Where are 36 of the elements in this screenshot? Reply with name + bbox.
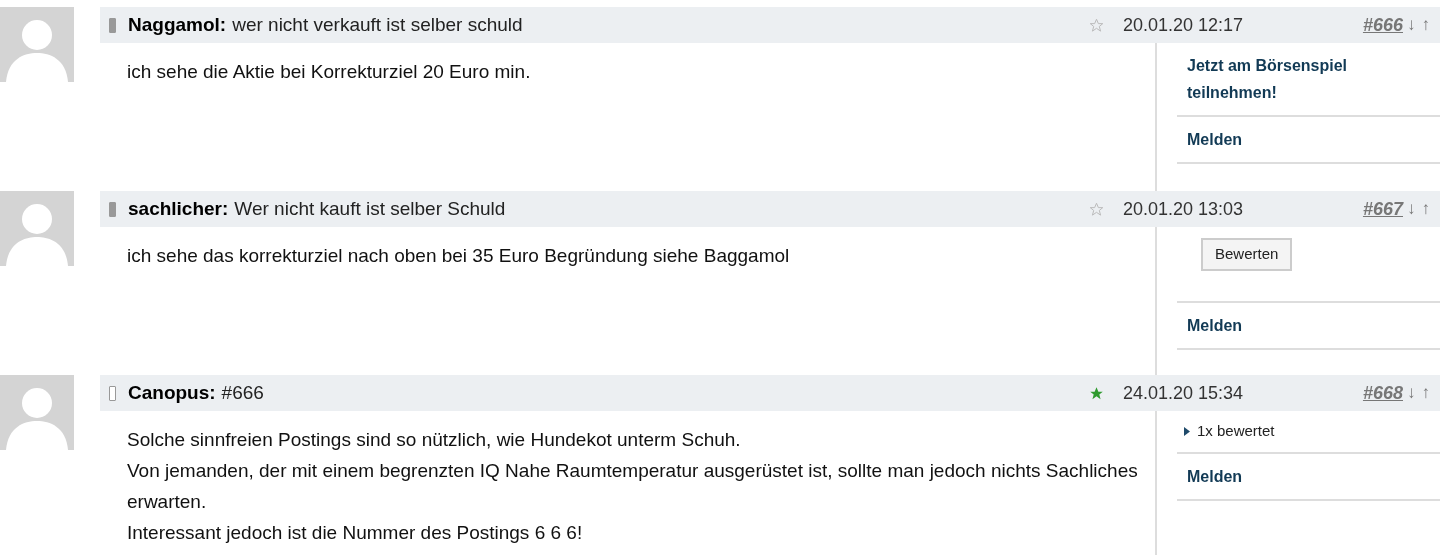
- star-icon[interactable]: [1088, 385, 1104, 401]
- post-text: Von jemanden, der mit einem begrenzten IQ Nahe Raumtemperatur ausgerüstet ist, sollte man jedoch nichts Sachliches erwarten.: [127, 459, 1139, 514]
- avatar-icon: [0, 375, 74, 450]
- action-link[interactable]: Melden: [1177, 462, 1440, 490]
- down-arrow-link[interactable]: ↓: [1407, 12, 1416, 38]
- post-number-link[interactable]: #667: [1362, 195, 1403, 223]
- star-icon[interactable]: [1088, 201, 1104, 217]
- down-arrow-link[interactable]: ↓: [1407, 380, 1416, 406]
- post-title: #666: [221, 380, 264, 405]
- post-number-link[interactable]: #666: [1362, 11, 1403, 39]
- star-icon[interactable]: [1088, 17, 1104, 33]
- rate-button[interactable]: Bewerten: [1201, 238, 1293, 271]
- post-text: ich sehe das korrekturziel nach oben bei 35 Euro Begründung siehe Baggamol: [127, 244, 791, 268]
- up-arrow-link[interactable]: ↑: [1421, 196, 1430, 222]
- action-link[interactable]: Melden: [1177, 311, 1440, 339]
- author-name[interactable]: Naggamol:: [128, 10, 227, 40]
- up-arrow-link[interactable]: ↑: [1421, 380, 1430, 406]
- post-date: 24.01.20 15:34: [1122, 381, 1245, 405]
- post-number-link[interactable]: #668: [1362, 379, 1403, 407]
- author-name[interactable]: sachlicher:: [128, 194, 229, 224]
- post-date: 20.01.20 13:03: [1122, 197, 1245, 221]
- action-link[interactable]: Jetzt am Börsenspiel teilnehmen!: [1177, 52, 1440, 106]
- up-arrow-link[interactable]: ↑: [1421, 12, 1430, 38]
- post-title: Wer nicht kauft ist selber Schuld: [234, 196, 506, 221]
- post-title: wer nicht verkauft ist selber schuld: [232, 12, 523, 37]
- author-name[interactable]: Canopus:: [128, 378, 216, 408]
- post-date: 20.01.20 12:17: [1122, 13, 1245, 37]
- action-link[interactable]: Melden: [1177, 126, 1440, 153]
- post-text: Solche sinnfreien Postings sind so nützlich, wie Hundekot unterm Schuh.: [127, 428, 742, 452]
- post-text: ich sehe die Aktie bei Korrekturziel 20 Euro min.: [127, 60, 532, 84]
- down-arrow-link[interactable]: ↓: [1407, 196, 1416, 222]
- avatar-icon: [0, 191, 74, 266]
- post-text: Interessant jedoch ist die Nummer des Postings 6 6 6!: [127, 521, 584, 545]
- rating-toggle[interactable]: 1x bewertet: [1177, 420, 1275, 443]
- caret-icon: [1183, 426, 1191, 436]
- avatar-icon: [0, 7, 74, 82]
